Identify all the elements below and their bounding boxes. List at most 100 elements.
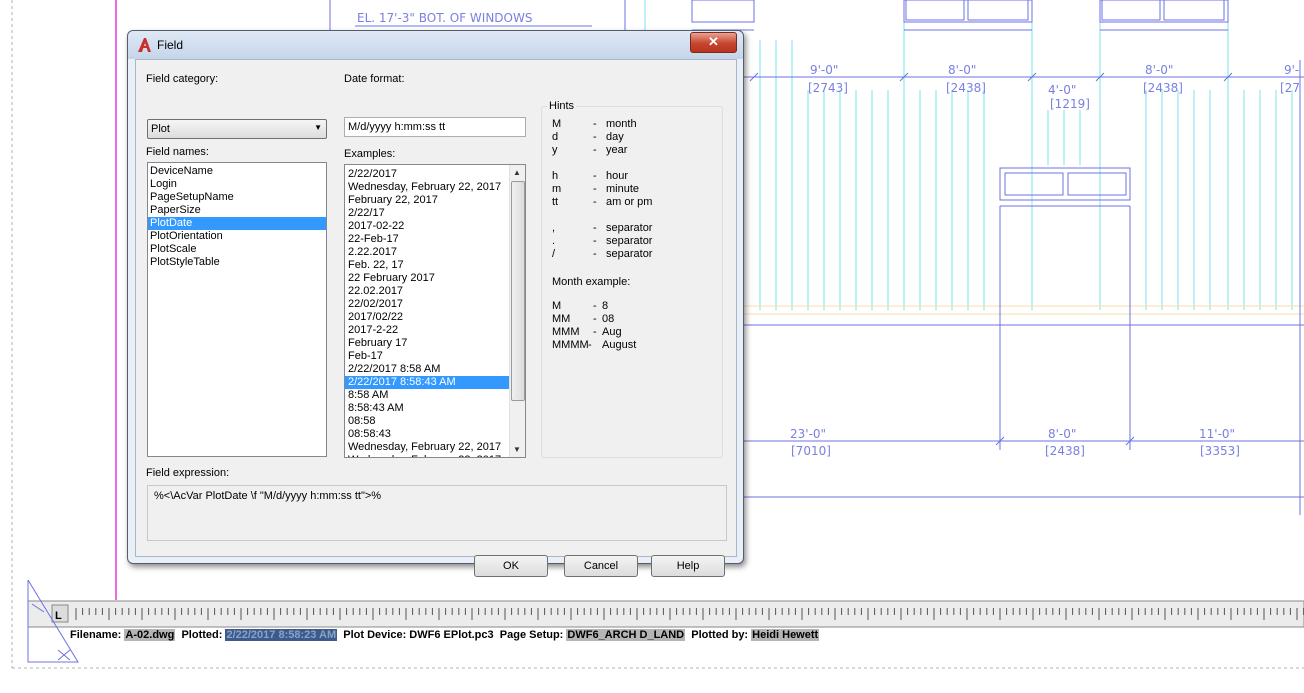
filename-value: A-02.dwg <box>124 629 176 641</box>
example-item[interactable]: 08:58:43 <box>345 428 509 441</box>
hint-desc: 8 <box>602 300 609 312</box>
field-name-item[interactable]: PlotScale <box>148 243 326 256</box>
hint-key: h <box>552 170 559 182</box>
close-button[interactable]: ✕ <box>690 32 737 53</box>
example-item[interactable]: 2017-2-22 <box>345 324 509 337</box>
dialog-title: Field <box>157 38 184 52</box>
dialog-titlebar[interactable]: Field ✕ <box>128 31 743 59</box>
example-item[interactable]: Wednesday, February 22, 2017 <box>345 181 509 194</box>
field-name-item[interactable]: PlotDate <box>148 217 326 230</box>
example-item[interactable]: Wednesday, February 22, 2017 <box>345 441 509 454</box>
example-item[interactable]: 8:58 AM <box>345 389 509 402</box>
hint-desc: hour <box>606 170 629 182</box>
example-item[interactable]: Feb-17 <box>345 350 509 363</box>
field-category-select[interactable]: Plot ▼ <box>147 119 327 139</box>
hint-desc: year <box>606 144 628 156</box>
field-name-item[interactable]: PageSetupName <box>148 191 326 204</box>
field-name-item[interactable]: PlotStyleTable <box>148 256 326 269</box>
hints-label: Hints <box>547 100 577 112</box>
example-item[interactable]: 2017/02/22 <box>345 311 509 324</box>
example-item[interactable]: February 17 <box>345 337 509 350</box>
hint-dash: - <box>593 326 597 338</box>
hint-desc: am or pm <box>606 196 653 208</box>
dim-bottom-ft-1: 23'-0" <box>790 427 826 441</box>
hint-key: MMM <box>552 326 580 338</box>
examples-label: Examples: <box>344 148 396 160</box>
plot-device-value: DWF6 EPlot.pc3 <box>409 629 494 641</box>
hint-desc: month <box>606 118 637 130</box>
hint-desc: August <box>602 339 637 351</box>
hint-desc: minute <box>606 183 640 195</box>
hint-dash: - <box>593 170 597 182</box>
example-item[interactable]: 22-Feb-17 <box>345 233 509 246</box>
example-item[interactable]: Feb. 22, 17 <box>345 259 509 272</box>
dim-ft-1: 9'-0" <box>810 63 838 77</box>
example-item[interactable]: 2.22.2017 <box>345 246 509 259</box>
help-button[interactable]: Help <box>651 555 725 577</box>
page-setup-label: Page Setup: <box>499 629 564 641</box>
field-dialog: Field ✕ Field category: Plot ▼ Field nam… <box>127 30 744 577</box>
dim-mm-5: [27 <box>1280 81 1300 95</box>
plotted-value: 2/22/2017 8:58:23 AM <box>225 629 338 641</box>
example-item[interactable]: 22.02.2017 <box>345 285 509 298</box>
dim-ft-2: 8'-0" <box>948 63 976 77</box>
hint-dash: - <box>593 313 597 325</box>
hint-dash: - <box>593 222 597 234</box>
plot-stamp-bar: Filename: A-02.dwg Plotted: 2/22/2017 8:… <box>70 629 820 643</box>
hint-key: M <box>552 300 562 312</box>
example-item[interactable]: 2/22/17 <box>345 207 509 220</box>
scroll-up-icon[interactable]: ▲ <box>513 168 521 177</box>
cancel-button[interactable]: Cancel <box>564 555 638 577</box>
field-expression-box: %<\AcVar PlotDate \f "M/d/yyyy h:mm:ss t… <box>147 485 727 541</box>
example-item[interactable]: 08:58 <box>345 415 509 428</box>
dim-mm-1: [2743] <box>808 81 848 95</box>
field-name-item[interactable]: PlotOrientation <box>148 230 326 243</box>
example-item[interactable]: 22 February 2017 <box>345 272 509 285</box>
example-item[interactable]: 22/02/2017 <box>345 298 509 311</box>
field-category-value: Plot <box>151 123 170 135</box>
hint-desc: 08 <box>602 313 615 325</box>
plotted-by-label: Plotted by: <box>691 629 749 641</box>
dialog-client-area: Field category: Plot ▼ Field names: Devi… <box>135 59 737 577</box>
date-format-field[interactable] <box>344 117 526 137</box>
date-format-label: Date format: <box>344 73 405 85</box>
hint-dash: - <box>593 118 597 130</box>
scroll-down-icon[interactable]: ▼ <box>513 445 521 454</box>
example-item[interactable]: 2017-02-22 <box>345 220 509 233</box>
hint-key: MM <box>552 313 571 325</box>
dim-bottom-ft-3: 11'-0" <box>1199 427 1235 441</box>
ruler-marker: L <box>55 610 62 622</box>
example-item[interactable]: February 22, 2017 <box>345 194 509 207</box>
plotted-by-value: Heidi Hewett <box>751 629 820 641</box>
hint-key: d <box>552 131 559 143</box>
hint-desc: Aug <box>602 326 622 338</box>
example-item[interactable]: Wednesday, February 22, 2017 <box>345 454 509 457</box>
dim-bottom-mm-3: [3353] <box>1200 444 1240 458</box>
examples-scrollbar[interactable]: ▲ ▼ <box>509 165 525 457</box>
field-name-item[interactable]: Login <box>148 178 326 191</box>
filename-label: Filename: <box>70 629 122 641</box>
hint-desc: day <box>606 131 624 143</box>
hint-key: m <box>552 183 562 195</box>
hint-key: / <box>552 248 556 260</box>
scrollbar-thumb[interactable] <box>511 181 525 401</box>
dim-mm-4: [2438] <box>1143 81 1183 95</box>
dim-ft-4: 8'-0" <box>1145 63 1173 77</box>
month-example-label: Month example: <box>552 276 631 288</box>
field-name-item[interactable]: DeviceName <box>148 165 326 178</box>
examples-list[interactable]: 2/22/2017 Wednesday, February 22, 2017 Feb… <box>344 164 526 458</box>
hint-desc: separator <box>606 248 653 260</box>
hint-dash: - <box>593 235 597 247</box>
example-item[interactable]: 8:58:43 AM <box>345 402 509 415</box>
hint-dash: - <box>593 196 597 208</box>
ok-button[interactable]: OK <box>474 555 548 577</box>
date-format-input[interactable] <box>348 121 518 133</box>
example-item[interactable]: 2/22/2017 8:58 AM <box>345 363 509 376</box>
example-item[interactable]: 2/22/2017 8:58:43 AM <box>345 376 509 389</box>
field-names-list[interactable]: DeviceName Login PageSetupName PaperSize Plo… <box>147 162 327 457</box>
dim-ft-3: 4'-0" <box>1048 83 1076 97</box>
hint-dash: - <box>593 183 597 195</box>
page-setup-value: DWF6_ARCH D_LAND <box>566 629 686 641</box>
field-name-item[interactable]: PaperSize <box>148 204 326 217</box>
example-item[interactable]: 2/22/2017 <box>345 168 509 181</box>
